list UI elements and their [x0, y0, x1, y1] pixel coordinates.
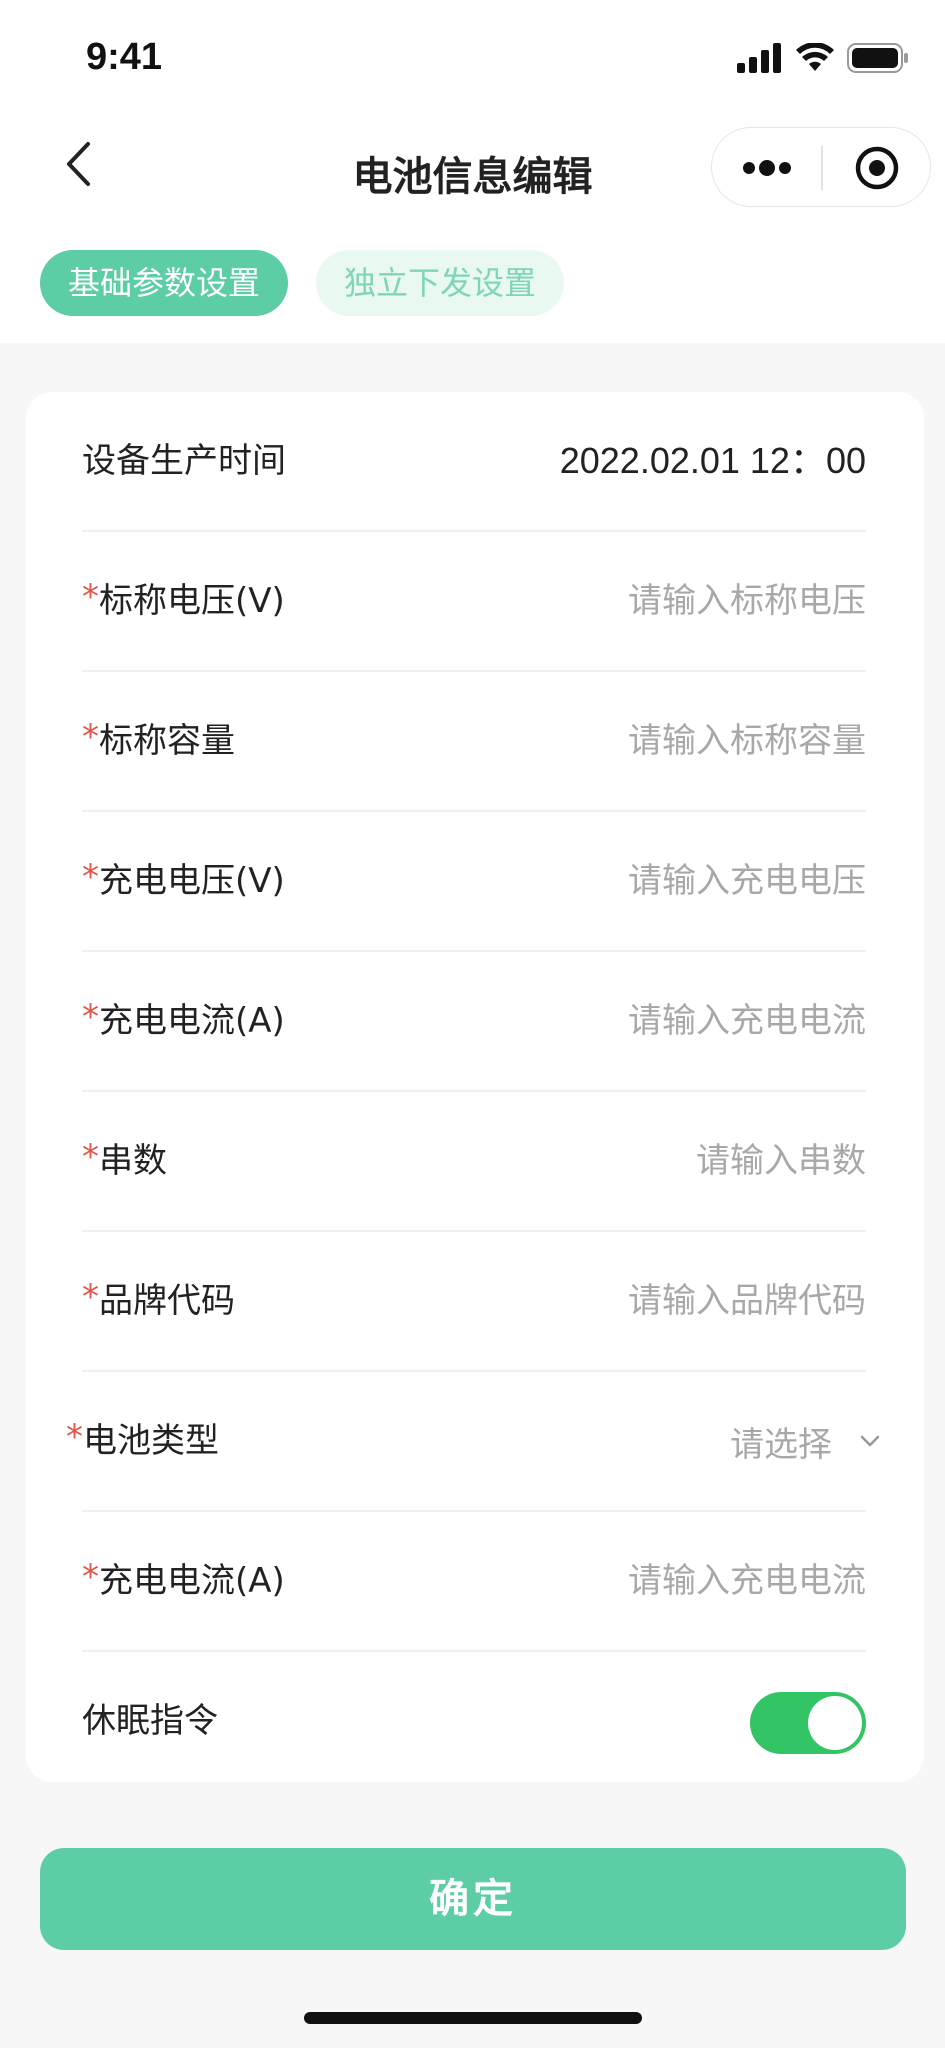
charge-current-label: 充电电流(A) [99, 1001, 285, 1041]
tab-basic-params[interactable]: 基础参数设置 [40, 250, 289, 316]
production-time-value: 2022.02.01 12：00 [559, 440, 866, 481]
required-mark: * [82, 1557, 99, 1597]
series-count-input[interactable]: 请输入串数 [696, 1092, 866, 1230]
form-row-sleep-command: 休眠指令 [82, 1652, 866, 1792]
production-time-label: 设备生产时间 [82, 441, 286, 481]
battery-type-placeholder: 请选择 [730, 1424, 832, 1465]
form-row-charge-voltage: *充电电压(V) 请输入充电电压 [82, 812, 866, 952]
form-row-production-time[interactable]: 设备生产时间 2022.02.01 12：00 [82, 392, 866, 532]
charge-voltage-input[interactable]: 请输入充电电压 [628, 812, 866, 950]
nav-bar: 电池信息编辑 [0, 110, 945, 220]
battery-type-label: 电池类型 [83, 1421, 219, 1461]
chevron-down-icon [860, 1435, 880, 1447]
toggle-knob [808, 1696, 862, 1750]
confirm-button[interactable]: 确定 [40, 1848, 906, 1950]
required-mark: * [82, 1277, 99, 1317]
form-row-nominal-voltage: *标称电压(V) 请输入标称电压 [82, 532, 866, 672]
nominal-voltage-label: 标称电压(V) [99, 581, 285, 621]
nominal-voltage-input[interactable]: 请输入标称电压 [628, 532, 866, 670]
charge-current-input[interactable]: 请输入充电电流 [628, 952, 866, 1090]
brand-code-input[interactable]: 请输入品牌代码 [628, 1232, 866, 1370]
header-area: 9:41 电池信息编辑 基础参数设置 独立下发设置 [0, 0, 945, 343]
form-row-nominal-capacity: *标称容量 请输入标称容量 [82, 672, 866, 812]
charge-current-2-label: 充电电流(A) [99, 1561, 285, 1601]
nominal-capacity-input[interactable]: 请输入标称容量 [628, 672, 866, 810]
charge-voltage-label: 充电电压(V) [99, 861, 285, 901]
mini-program-capsule [711, 127, 931, 207]
brand-code-label: 品牌代码 [99, 1281, 235, 1321]
tab-independent-dispatch[interactable]: 独立下发设置 [316, 250, 565, 316]
charge-current-2-input[interactable]: 请输入充电电流 [628, 1512, 866, 1650]
nominal-capacity-label: 标称容量 [99, 721, 235, 761]
form-row-charge-current: *充电电流(A) 请输入充电电流 [82, 952, 866, 1092]
battery-type-select[interactable]: 请选择 [730, 1372, 880, 1510]
signal-icon [737, 43, 783, 77]
form-row-charge-current-2: *充电电流(A) 请输入充电电流 [82, 1512, 866, 1652]
form-row-brand-code: *品牌代码 请输入品牌代码 [82, 1232, 866, 1372]
required-mark: * [82, 1137, 99, 1177]
series-count-label: 串数 [99, 1141, 167, 1181]
form-row-series-count: *串数 请输入串数 [82, 1092, 866, 1232]
tab-bar: 基础参数设置 独立下发设置 [40, 250, 565, 316]
battery-icon [847, 43, 909, 77]
required-mark: * [82, 577, 99, 617]
required-mark: * [82, 857, 99, 897]
required-mark: * [66, 1417, 83, 1457]
form-row-battery-type: *电池类型 请选择 [66, 1372, 880, 1512]
required-mark: * [82, 717, 99, 757]
close-button[interactable] [822, 128, 932, 208]
target-close-icon [855, 146, 899, 190]
form-card: 设备生产时间 2022.02.01 12：00 *标称电压(V) 请输入标称电压… [26, 392, 924, 1782]
more-dots-icon [743, 160, 791, 176]
more-button[interactable] [712, 128, 822, 208]
status-time: 9:41 [86, 36, 163, 78]
sleep-command-toggle[interactable] [750, 1692, 866, 1754]
sleep-command-label: 休眠指令 [82, 1701, 218, 1741]
status-icons [737, 40, 909, 80]
status-bar: 9:41 [0, 0, 945, 110]
home-indicator [304, 2012, 642, 2024]
required-mark: * [82, 997, 99, 1037]
wifi-icon [795, 42, 835, 77]
